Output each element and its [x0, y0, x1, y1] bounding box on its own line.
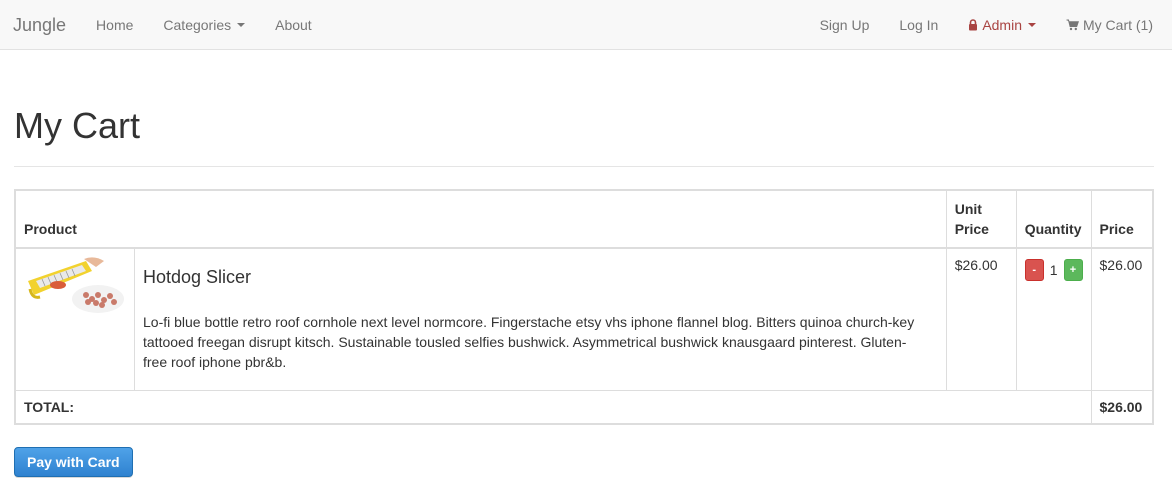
- nav-admin-label: Admin: [982, 16, 1022, 33]
- quantity-stepper: - 1 +: [1024, 259, 1083, 281]
- nav-my-cart[interactable]: My Cart (1): [1051, 0, 1172, 50]
- header-product: Product: [14, 189, 947, 249]
- shopping-cart-icon: [1066, 19, 1079, 31]
- navbar-left: Jungle Home Categories About: [0, 0, 327, 49]
- header-unit-price: Unit Price: [945, 189, 1017, 249]
- total-label: TOTAL:: [14, 390, 1092, 425]
- total-row: TOTAL: $26.00: [14, 390, 1154, 425]
- hotdog-slicer-image: [26, 255, 124, 318]
- nav-categories-label: Categories: [163, 16, 232, 33]
- nav-home[interactable]: Home: [81, 0, 148, 50]
- nav-admin-dropdown[interactable]: Admin: [953, 0, 1051, 50]
- product-info-cell: Hotdog Slicer Lo-fi blue bottle retro ro…: [134, 247, 947, 391]
- nav-about[interactable]: About: [260, 0, 327, 50]
- brand-link[interactable]: Jungle: [0, 0, 81, 50]
- navbar-right: Sign Up Log In Admin My Cart (1): [805, 0, 1172, 49]
- increase-quantity-button[interactable]: +: [1063, 259, 1083, 281]
- lock-icon: [968, 18, 978, 31]
- total-value: $26.00: [1090, 390, 1154, 425]
- nav-categories-dropdown[interactable]: Categories: [148, 0, 260, 50]
- cart-table: Product Unit Price Quantity Price Hotdog…: [14, 189, 1154, 425]
- product-name[interactable]: Hotdog Slicer: [143, 267, 938, 288]
- table-header-row: Product Unit Price Quantity Price: [14, 189, 1154, 249]
- product-image-cell: [14, 247, 135, 391]
- header-price: Price: [1090, 189, 1154, 249]
- page-title: My Cart: [14, 106, 1154, 167]
- decrease-quantity-button[interactable]: -: [1024, 259, 1044, 281]
- caret-down-icon: [237, 22, 246, 27]
- navbar: Jungle Home Categories About Sign Up Log…: [0, 0, 1172, 50]
- nav-signup[interactable]: Sign Up: [805, 0, 885, 50]
- nav-my-cart-label: My Cart (1): [1083, 16, 1153, 33]
- caret-down-icon: [1028, 22, 1036, 27]
- product-description: Lo-fi blue bottle retro roof cornhole ne…: [143, 314, 915, 370]
- nav-login[interactable]: Log In: [884, 0, 953, 50]
- quantity-cell: - 1 +: [1015, 247, 1092, 391]
- header-quantity: Quantity: [1015, 189, 1092, 249]
- unit-price: $26.00: [945, 247, 1017, 391]
- main-content: My Cart Product Unit Price Quantity Pric…: [0, 106, 1172, 477]
- table-row: Hotdog Slicer Lo-fi blue bottle retro ro…: [14, 247, 1154, 391]
- line-price: $26.00: [1090, 247, 1154, 391]
- pay-with-card-button[interactable]: Pay with Card: [14, 447, 133, 477]
- quantity-value: 1: [1049, 262, 1058, 278]
